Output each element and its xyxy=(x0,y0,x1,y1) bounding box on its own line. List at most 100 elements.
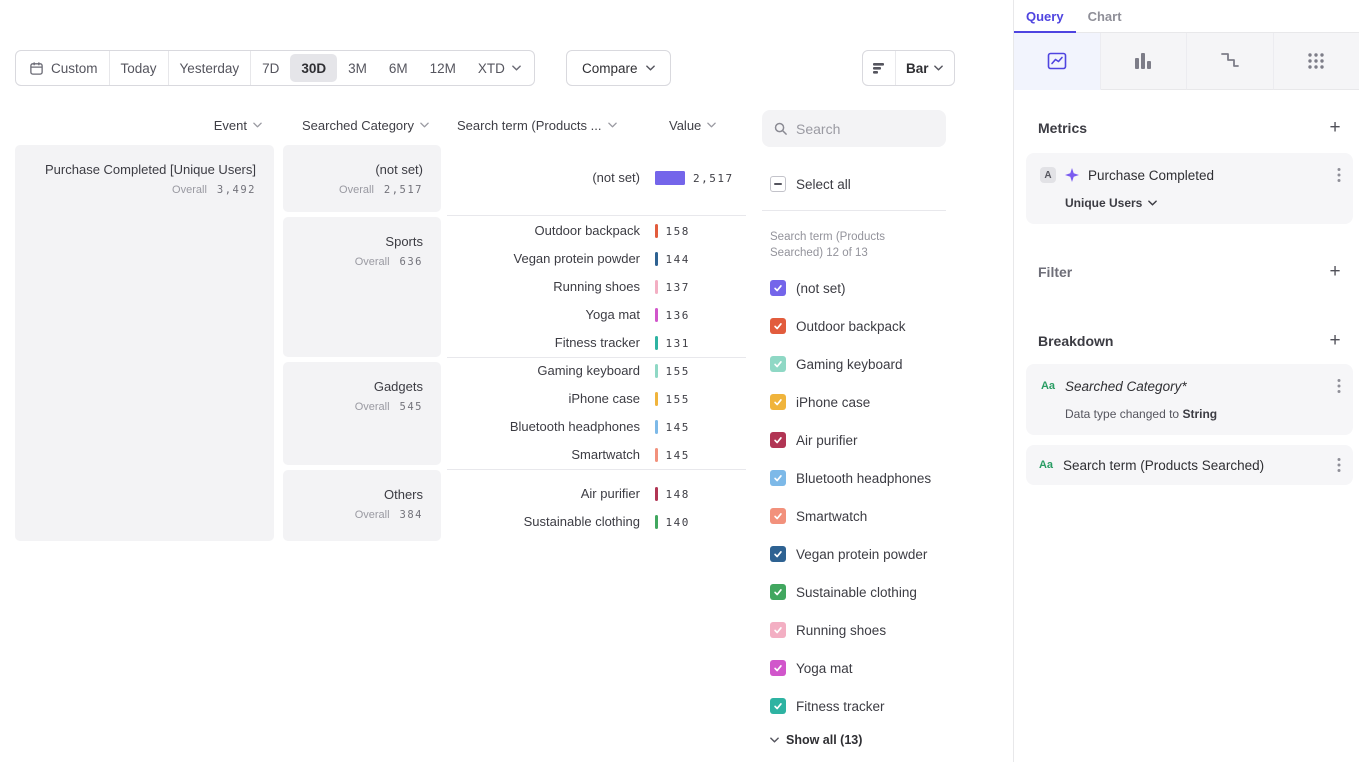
series-item-sustainable-clothing[interactable]: Sustainable clothing xyxy=(770,573,950,611)
date-range-6m[interactable]: 6M xyxy=(378,54,419,82)
category-cell-others[interactable]: OthersOverall384 xyxy=(283,470,441,541)
series-item-smartwatch[interactable]: Smartwatch xyxy=(770,497,950,535)
column-header-value[interactable]: Value xyxy=(669,117,716,133)
group-divider xyxy=(447,469,746,470)
value-bar[interactable] xyxy=(655,487,658,501)
series-item-not-set[interactable]: (not set) xyxy=(770,269,950,307)
date-range-xtd[interactable]: XTD xyxy=(467,54,532,82)
column-header-searched-category[interactable]: Searched Category xyxy=(283,117,429,133)
filter-title: Filter xyxy=(1038,264,1072,280)
category-cell-gadgets[interactable]: GadgetsOverall545 xyxy=(283,362,441,465)
search-term-air-purifier[interactable]: Air purifier xyxy=(447,480,640,508)
search-term-yoga-mat[interactable]: Yoga mat xyxy=(447,301,640,329)
series-checkbox[interactable] xyxy=(770,660,786,676)
tab-query[interactable]: Query xyxy=(1014,0,1076,32)
value-bar[interactable] xyxy=(655,171,685,185)
series-checkbox[interactable] xyxy=(770,280,786,296)
search-input[interactable] xyxy=(796,121,935,137)
search-term-vegan-protein-powder[interactable]: Vegan protein powder xyxy=(447,245,640,273)
overall-label: Overall xyxy=(355,256,390,268)
category-cell-sports[interactable]: SportsOverall636 xyxy=(283,217,441,357)
series-checkbox[interactable] xyxy=(770,318,786,334)
series-item-outdoor-backpack[interactable]: Outdoor backpack xyxy=(770,307,950,345)
date-range-7d[interactable]: 7D xyxy=(251,54,290,82)
series-item-fitness-tracker[interactable]: Fitness tracker xyxy=(770,687,950,725)
select-all-control[interactable]: Select all xyxy=(770,176,851,192)
value-bar[interactable] xyxy=(655,336,658,350)
breakdown-card-search-term[interactable]: Aa Search term (Products Searched) xyxy=(1026,445,1353,485)
date-range-3m[interactable]: 3M xyxy=(337,54,378,82)
search-term-not-set[interactable]: (not set) xyxy=(447,164,640,192)
tab-chart[interactable]: Chart xyxy=(1076,0,1134,32)
insights-tab[interactable] xyxy=(1014,33,1101,90)
value-bar[interactable] xyxy=(655,420,658,434)
series-checkbox[interactable] xyxy=(770,698,786,714)
group-divider xyxy=(447,215,746,216)
series-item-vegan-protein-powder[interactable]: Vegan protein powder xyxy=(770,535,950,573)
series-checkbox[interactable] xyxy=(770,584,786,600)
chart-type-label: Bar xyxy=(896,61,934,76)
metric-card[interactable]: A Purchase Completed Unique Users xyxy=(1026,153,1353,224)
select-all-checkbox[interactable] xyxy=(770,176,786,192)
search-term-smartwatch[interactable]: Smartwatch xyxy=(447,441,640,469)
search-term-bluetooth-headphones[interactable]: Bluetooth headphones xyxy=(447,413,640,441)
search-term-gaming-keyboard[interactable]: Gaming keyboard xyxy=(447,357,640,385)
column-header-event[interactable]: Event xyxy=(15,117,262,133)
search-term-iphone-case[interactable]: iPhone case xyxy=(447,385,640,413)
calendar-icon xyxy=(29,61,44,76)
search-term-running-shoes[interactable]: Running shoes xyxy=(447,273,640,301)
series-checkbox[interactable] xyxy=(770,546,786,562)
series-checkbox[interactable] xyxy=(770,394,786,410)
date-range-30d[interactable]: 30D xyxy=(290,54,337,82)
value-cell-running-shoes: 137 xyxy=(655,273,690,301)
value-bar[interactable] xyxy=(655,280,658,294)
value-number: 158 xyxy=(666,225,690,238)
search-term-fitness-tracker[interactable]: Fitness tracker xyxy=(447,329,640,357)
search-term-sustainable-clothing[interactable]: Sustainable clothing xyxy=(447,508,640,536)
series-checkbox[interactable] xyxy=(770,470,786,486)
series-item-gaming-keyboard[interactable]: Gaming keyboard xyxy=(770,345,950,383)
metrics-section-header: Metrics + xyxy=(1038,118,1345,137)
series-item-bluetooth-headphones[interactable]: Bluetooth headphones xyxy=(770,459,950,497)
series-item-air-purifier[interactable]: Air purifier xyxy=(770,421,950,459)
funnels-tab[interactable] xyxy=(1101,33,1188,90)
value-bar[interactable] xyxy=(655,252,658,266)
measure-dropdown[interactable]: Unique Users xyxy=(1065,196,1341,210)
value-bar[interactable] xyxy=(655,392,658,406)
chart-type-selector[interactable]: Bar xyxy=(862,50,955,86)
event-cell[interactable]: Purchase Completed [Unique Users] Overal… xyxy=(15,145,274,541)
series-item-yoga-mat[interactable]: Yoga mat xyxy=(770,649,950,687)
series-checkbox[interactable] xyxy=(770,508,786,524)
series-search-box[interactable] xyxy=(762,110,946,147)
search-term-outdoor-backpack[interactable]: Outdoor backpack xyxy=(447,217,640,245)
column-header-search-term[interactable]: Search term (Products ... xyxy=(457,117,617,133)
add-filter-button[interactable]: + xyxy=(1325,262,1345,281)
value-number: 2,517 xyxy=(693,172,734,185)
breakdown-kebab-menu[interactable] xyxy=(1337,457,1341,473)
add-breakdown-button[interactable]: + xyxy=(1325,331,1345,350)
metric-kebab-menu[interactable] xyxy=(1337,167,1341,183)
series-checkbox[interactable] xyxy=(770,356,786,372)
retention-tab[interactable] xyxy=(1187,33,1274,90)
series-checkbox[interactable] xyxy=(770,622,786,638)
value-bar[interactable] xyxy=(655,364,658,378)
overall-label: Overall xyxy=(339,184,374,196)
date-range-yesterday[interactable]: Yesterday xyxy=(169,54,251,82)
date-range-today[interactable]: Today xyxy=(110,54,168,82)
breakdown-kebab-menu[interactable] xyxy=(1337,378,1341,394)
breakdown-card-searched-category[interactable]: Aa Searched Category* Data type changed … xyxy=(1026,364,1353,435)
value-bar[interactable] xyxy=(655,224,658,238)
value-bar[interactable] xyxy=(655,515,658,529)
flows-tab[interactable] xyxy=(1274,33,1359,90)
add-metric-button[interactable]: + xyxy=(1325,118,1345,137)
compare-button[interactable]: Compare xyxy=(566,50,671,86)
value-bar[interactable] xyxy=(655,448,658,462)
show-all-button[interactable]: Show all (13) xyxy=(770,733,862,747)
date-range-12m[interactable]: 12M xyxy=(419,54,467,82)
date-range-custom[interactable]: Custom xyxy=(18,54,109,82)
value-bar[interactable] xyxy=(655,308,658,322)
series-checkbox[interactable] xyxy=(770,432,786,448)
series-item-running-shoes[interactable]: Running shoes xyxy=(770,611,950,649)
category-cell-not-set[interactable]: (not set)Overall2,517 xyxy=(283,145,441,212)
series-item-iphone-case[interactable]: iPhone case xyxy=(770,383,950,421)
